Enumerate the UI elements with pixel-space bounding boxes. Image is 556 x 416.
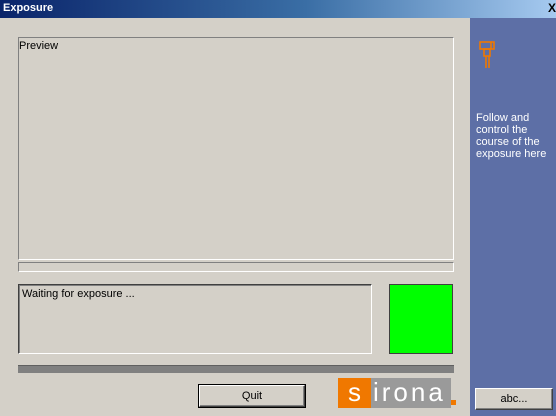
close-icon: X (548, 1, 556, 15)
sirona-logo: s irona (338, 378, 456, 408)
quit-button[interactable]: Quit (199, 385, 305, 407)
abc-button[interactable]: abc... (475, 388, 553, 410)
preview-status-strip (18, 262, 454, 272)
logo-dot (451, 400, 456, 405)
preview-area (18, 37, 454, 260)
logo-letter-s: s (338, 378, 371, 408)
close-button[interactable]: X (546, 1, 556, 16)
logo-wordmark: irona (371, 378, 451, 408)
help-text: Follow and control the course of the exp… (476, 112, 547, 160)
window-title: Exposure (3, 2, 54, 14)
status-message-box: Waiting for exposure ... (18, 284, 372, 354)
xray-unit-icon (479, 41, 495, 68)
side-help-panel: Follow and control the course of the exp… (470, 18, 556, 416)
status-message: Waiting for exposure ... (22, 288, 135, 300)
title-bar: Exposure X (0, 0, 556, 18)
status-indicator (389, 284, 453, 354)
exposure-progress-bar (18, 365, 454, 373)
